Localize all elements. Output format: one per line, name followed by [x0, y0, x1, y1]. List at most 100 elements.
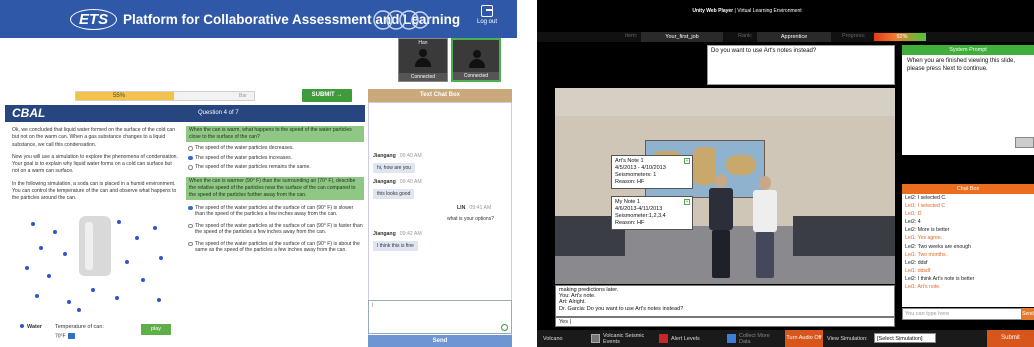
ets-logo: ETS: [70, 9, 118, 30]
simulation-legend: Water: [20, 324, 42, 330]
water-particle: [39, 246, 43, 250]
chat-input-text: l: [372, 303, 374, 309]
radio-button[interactable]: [188, 165, 193, 170]
passage-paragraph: Ok, we concluded that liquid water forme…: [12, 127, 176, 148]
option-text: The speed of the water particles increas…: [195, 154, 293, 161]
plus-icon[interactable]: +: [684, 158, 690, 164]
plus-icon[interactable]: +: [684, 199, 690, 205]
radio-button[interactable]: [188, 146, 193, 151]
rank-value: Apprentice: [757, 32, 831, 42]
seismic-icon: [591, 334, 600, 343]
person-silhouette-icon: [469, 50, 485, 68]
chat-line: Lei2: I selected C.: [905, 195, 947, 201]
condensation-simulation: [17, 208, 177, 320]
water-particle: [153, 226, 157, 230]
chat-box-log: Lei2: I selected C. Lei1: I selected C L…: [902, 194, 1034, 307]
rings-logo-icon: [373, 10, 429, 30]
chat-message-text: what is your options?: [447, 216, 494, 222]
npc-question-box: Do you want to use Art's notes instead?: [707, 45, 895, 85]
arts-note-card[interactable]: + Art's Note 1 4/5/2013 - 4/10/2013 Seis…: [611, 155, 693, 189]
chat-input[interactable]: You can type here: [902, 308, 1022, 320]
water-particle: [141, 278, 145, 282]
submit-button[interactable]: SUBMIT →: [302, 89, 352, 102]
temperature-label: Temperature of can:: [55, 324, 104, 330]
chat-message-header: Jiangang 09:40 AM: [373, 179, 422, 185]
emoji-icon[interactable]: [501, 324, 508, 331]
radio-button-selected[interactable]: [188, 155, 193, 160]
chat-line: Lei1: ddsdf: [905, 267, 931, 274]
text-chat-box-title: Text Chat Box: [368, 89, 512, 102]
passage-paragraph: In the following simulation, a soda can …: [12, 180, 177, 202]
cbal-logo: CBAL: [12, 106, 46, 120]
option-text: The speed of the water particles remains…: [195, 164, 311, 170]
dropdown-icon: [67, 333, 75, 339]
collect-data-button[interactable]: Collect More Data: [727, 332, 781, 345]
ets-header: ETS Platform for Collaborative Assessmen…: [0, 0, 517, 38]
note-line: My Note 1: [615, 199, 641, 205]
legend-label: Water: [27, 324, 43, 330]
chat-line: Lei2: More is better: [905, 227, 950, 234]
chat-input[interactable]: l: [368, 300, 512, 334]
water-particle: [159, 256, 163, 260]
radio-button[interactable]: [188, 241, 193, 246]
cbal-header: CBAL Question 4 of 7: [5, 105, 365, 122]
answer-option[interactable]: The speed of the water particles decreas…: [186, 145, 364, 152]
ets-platform-panel: ETS Platform for Collaborative Assessmen…: [0, 0, 517, 347]
volcano-tab[interactable]: Volcano: [543, 332, 563, 345]
alert-levels-button[interactable]: Alert Levels: [659, 332, 700, 345]
dialog-line: Dr. Garcia: Do you want to use Art's not…: [559, 305, 684, 312]
video-tile-status: Connected: [453, 72, 499, 80]
logout-button[interactable]: Log out: [470, 5, 504, 33]
my-note-card[interactable]: + My Note 1 4/6/2013-4/11/2013 Seismomet…: [611, 196, 693, 230]
chat-line: Lei2: ddsf: [905, 259, 928, 266]
next-button[interactable]: [1015, 137, 1034, 148]
question-stem: When the can is warm, what happens to th…: [186, 126, 364, 142]
chat-box-title: Chat Box: [902, 184, 1034, 194]
answer-option[interactable]: The speed of the water particles at the …: [186, 205, 364, 218]
progress-tag: Bar: [239, 93, 247, 99]
video-tile-han[interactable]: Han Connected: [398, 38, 448, 82]
temperature-select[interactable]: 70°F: [55, 333, 75, 339]
dialog-log: making predictions later. You: Art's not…: [555, 285, 895, 317]
chat-line: Lei1: Two months.: [905, 251, 948, 258]
character-avatar[interactable]: [751, 176, 779, 282]
note-line: Art's Note 1: [615, 158, 644, 164]
volcanic-events-button[interactable]: Volcanic Seismic Events: [591, 332, 653, 345]
character-avatar[interactable]: [707, 174, 735, 282]
system-prompt-text: When you are finished viewing this slide…: [907, 58, 1016, 72]
radio-button[interactable]: [188, 223, 193, 228]
simulation-select[interactable]: [Select Simulation]: [874, 333, 936, 343]
answer-option[interactable]: The speed of the water particles at the …: [186, 223, 364, 236]
option-text: The speed of the water particles at the …: [195, 240, 360, 254]
view-simulation-label: View Simulation:: [827, 335, 868, 342]
video-tile-self[interactable]: Connected: [451, 38, 501, 82]
play-button[interactable]: play: [141, 324, 171, 335]
send-button[interactable]: Send: [368, 335, 512, 347]
radio-button-selected[interactable]: [188, 205, 193, 210]
chat-line: Lei1: D: [905, 211, 922, 218]
chat-line: Lei1: Art's note.: [905, 284, 941, 291]
answer-option[interactable]: The speed of the water particles at the …: [186, 241, 364, 254]
audio-toggle-button[interactable]: Turn Audio Off: [785, 330, 823, 347]
chat-send-button[interactable]: Send: [1022, 308, 1034, 320]
unity-vle-panel: Unity Web Player | Virtual Learning Envi…: [537, 0, 1034, 347]
item-value: Your_first_job: [641, 32, 723, 42]
note-line: Reason: HF: [615, 179, 645, 185]
water-particle: [67, 300, 71, 304]
chat-line: Lei1: I selected C: [905, 203, 946, 210]
answer-option[interactable]: The speed of the water particles remains…: [186, 164, 364, 171]
data-icon: [727, 334, 736, 343]
submit-button[interactable]: Submit: [987, 330, 1034, 347]
chat-line: Lei2: Two weeks are enough: [905, 243, 971, 250]
answer-option[interactable]: The speed of the water particles increas…: [186, 155, 364, 162]
dialog-input[interactable]: Yes |: [555, 317, 895, 327]
progress-bar: 92%: [874, 33, 930, 41]
person-silhouette-icon: [415, 49, 431, 67]
rank-label: Rank:: [738, 33, 753, 39]
chat-line: Lei2: I think Art's note is better: [905, 275, 975, 282]
chat-message-text: hi, how are you: [373, 163, 415, 173]
water-particle: [91, 288, 95, 292]
note-line: Reason: HF: [615, 220, 645, 226]
temperature-value: 70°F: [55, 333, 66, 340]
chat-message-header: LIN 09:41 AM: [457, 205, 492, 211]
